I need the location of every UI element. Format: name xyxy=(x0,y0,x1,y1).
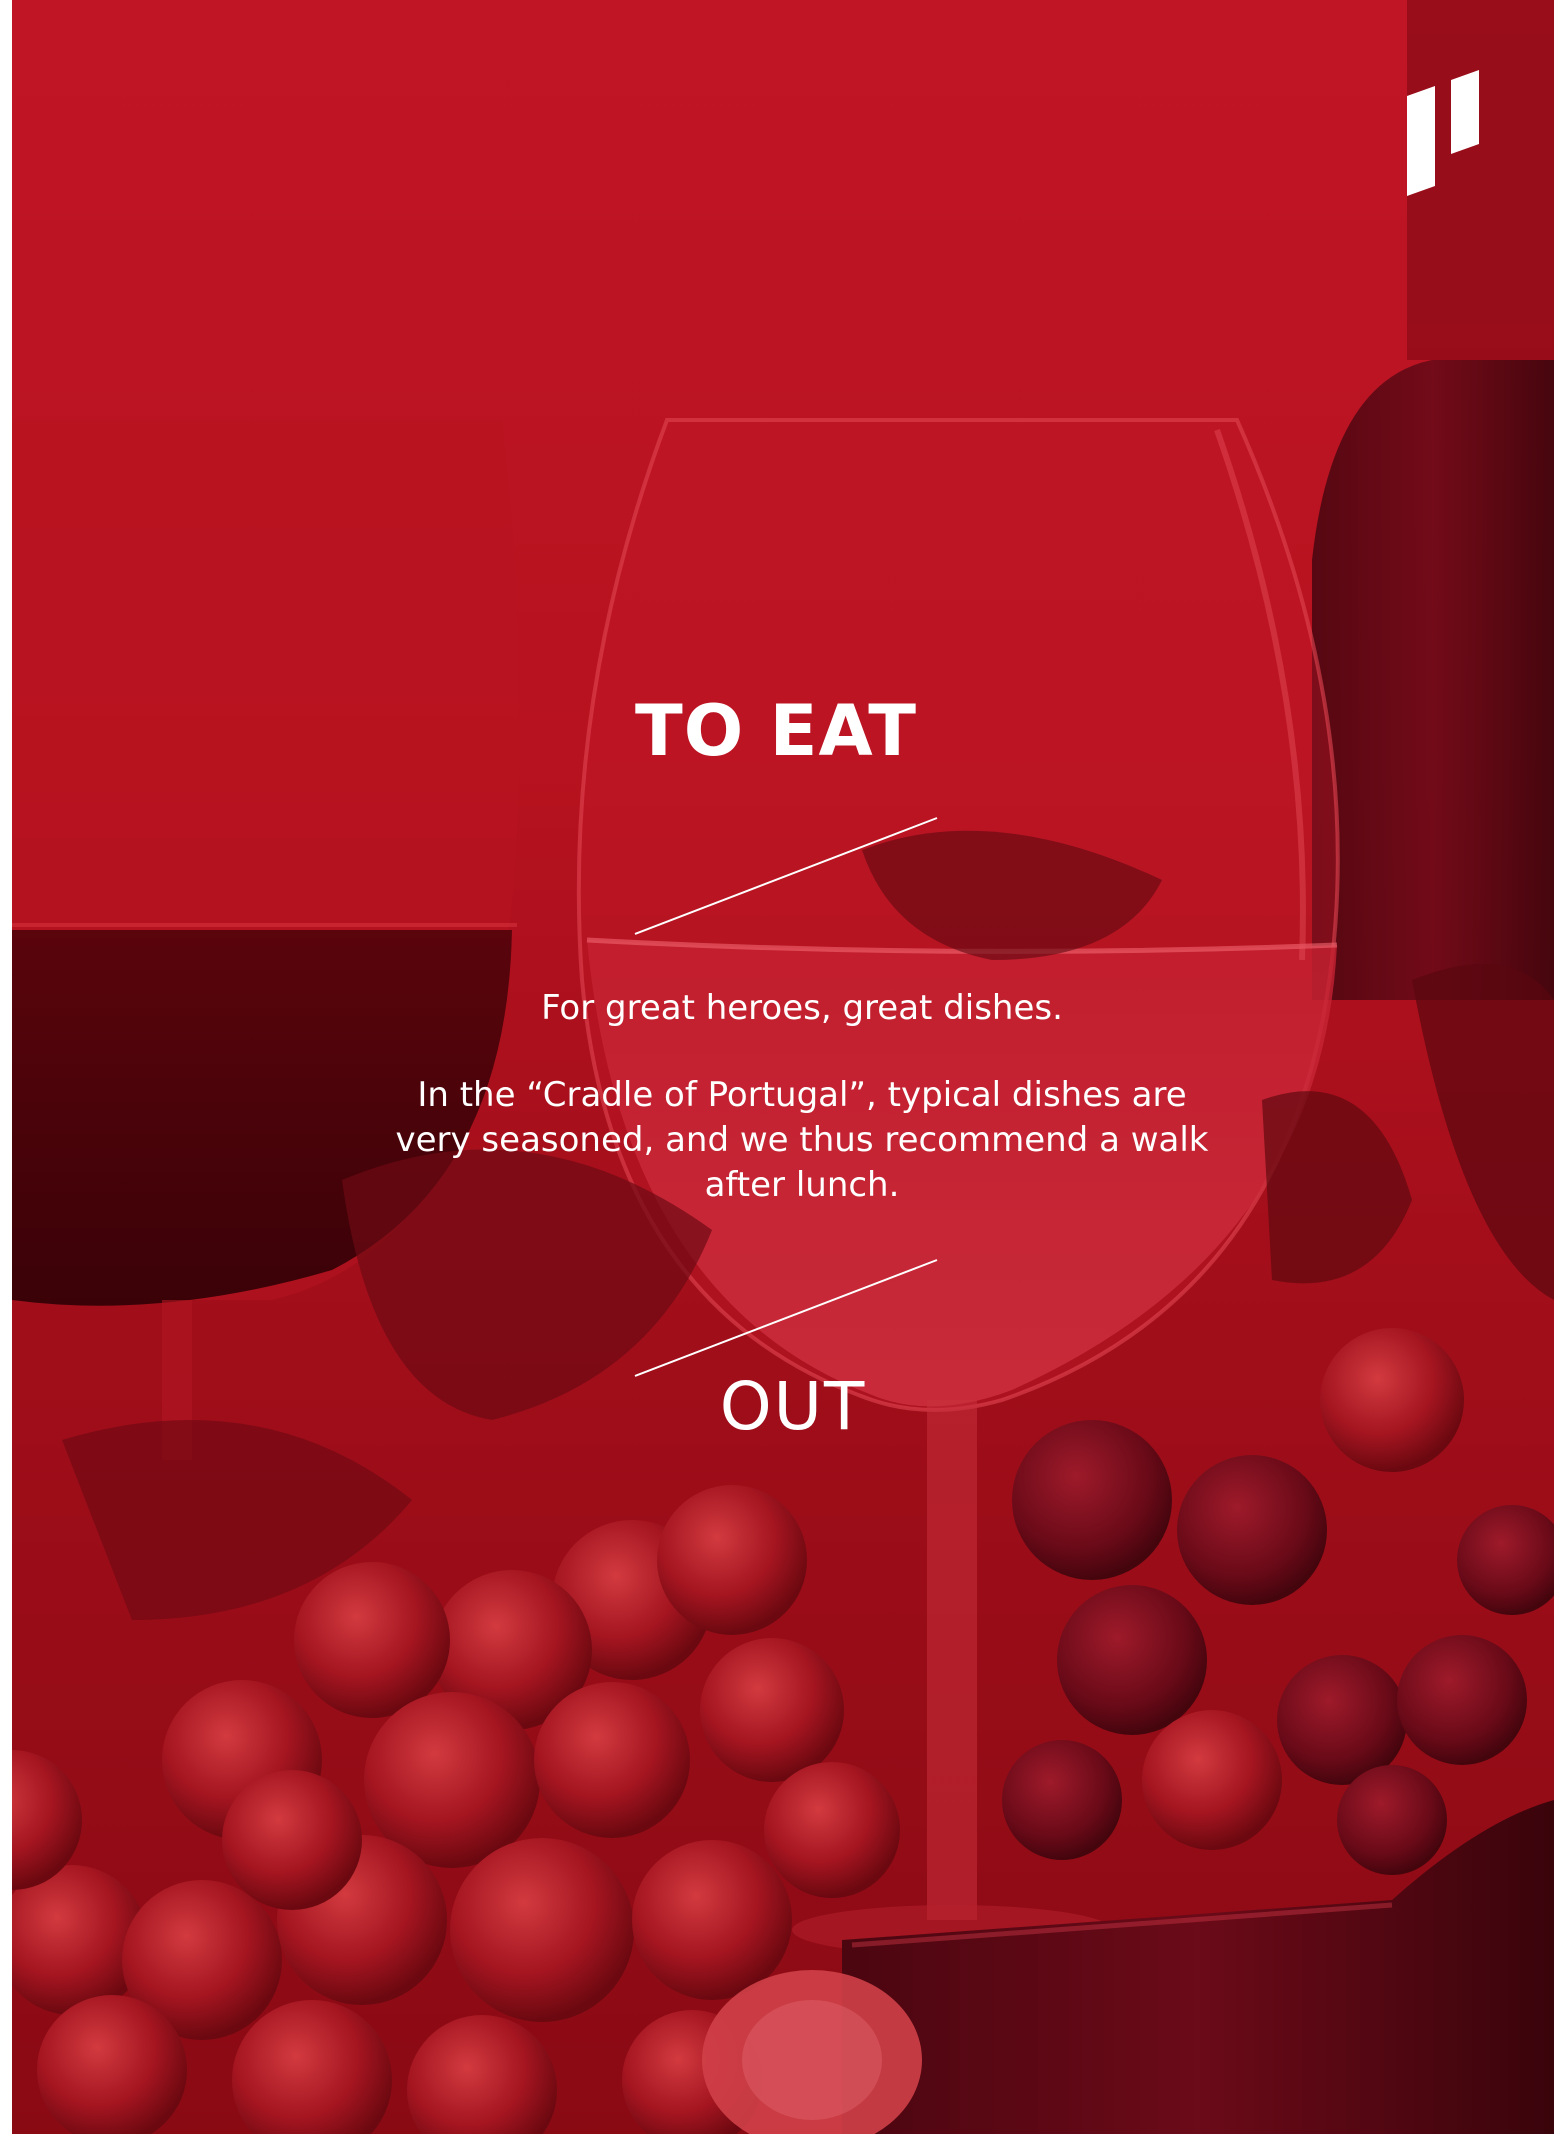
wine-grapes-background-image xyxy=(12,0,1554,2134)
lead-text: For great heroes, great dishes. xyxy=(541,988,1063,1028)
brand-logo-icon xyxy=(1407,70,1479,196)
body-paragraph: In the “Cradle of Portugal”, typical dis… xyxy=(395,1075,1209,1205)
page: TO EAT For great heroes, great dishes. I… xyxy=(12,0,1554,2134)
section-subtitle: OUT xyxy=(719,1368,867,1445)
section-title: TO EAT xyxy=(635,690,917,772)
